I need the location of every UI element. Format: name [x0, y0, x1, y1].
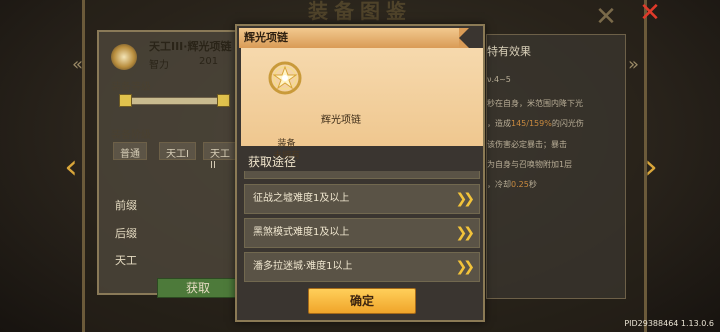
equipment-avatar: [111, 44, 137, 70]
effect-line: ，造成145/159%的闪光伤: [487, 119, 584, 128]
necklace-icon: [267, 60, 303, 96]
item-name: 辉光项链: [321, 115, 361, 126]
item-card: 辉光项链 装备 未拥有: [241, 48, 483, 161]
confirm-button[interactable]: 确定: [308, 288, 416, 314]
close-icon[interactable]: ✕: [636, 0, 664, 28]
prev-arrow-icon[interactable]: ‹: [60, 150, 82, 186]
game-screen: 装备图鉴 天工III·辉光项链 智力 201 装备等级 装备阶级 普通 天工I …: [0, 0, 720, 332]
source-label: 黑煞模式难度1及以上: [253, 227, 350, 238]
acquire-section-title: 获取途径: [248, 155, 297, 169]
level-section-label: 装备等级: [111, 82, 151, 93]
suffix-label: 后缀: [115, 227, 137, 240]
tiangong-label: 天工: [115, 254, 137, 267]
level-slider-track[interactable]: [119, 97, 219, 105]
background-close-icon: ✕: [595, 2, 617, 32]
prefix-label: 前缀: [115, 199, 137, 212]
list-item-partial: [244, 171, 480, 179]
source-label: 征战之墟难度1及以上: [253, 193, 350, 204]
equipment-name: 天工III·辉光项链: [149, 40, 232, 53]
double-chevron-right-icon: ❯❯: [455, 225, 476, 241]
special-effect-panel: 特有效果 ν.4~5 秒在自身，米范围内降下光 ，造成145/159%的闪光伤 …: [486, 34, 626, 299]
effect-line: 该伤害必定暴击；暴击: [487, 140, 567, 149]
dialog-title: 辉光项链: [239, 28, 459, 48]
special-effect-title: 特有效果: [487, 45, 531, 58]
next-arrow-icon[interactable]: ›: [640, 150, 662, 186]
source-item-pandora[interactable]: 潘多拉迷城·难度1以上 ❯❯: [244, 252, 480, 282]
acquire-button[interactable]: 获取: [157, 278, 239, 298]
effect-line: ，冷却0.25秒: [487, 180, 537, 189]
codex-title: 装备图鉴: [308, 0, 412, 23]
dialog-title-ribbon: [459, 28, 469, 48]
stat-label: 智力: [149, 60, 169, 71]
effect-line: 为自身与召唤物附加1层: [487, 160, 573, 169]
double-chevron-right-icon: ❯❯: [455, 191, 476, 207]
chevron-left-icon: «: [72, 54, 84, 75]
source-item-black-mode[interactable]: 黑煞模式难度1及以上 ❯❯: [244, 218, 480, 248]
effect-line: 秒在自身，米范围内降下光: [487, 99, 583, 108]
effect-line: ν.4~5: [487, 75, 511, 84]
tier-section-label: 装备阶级: [111, 130, 151, 141]
chevron-right-icon: »: [628, 54, 640, 75]
stat-value: 201: [199, 56, 219, 67]
acquire-source-dialog: 辉光项链 辉光项链 装备 未拥有 获取途径 征战之墟难度1及以上 ❯❯ 黑煞模式…: [235, 24, 485, 322]
double-chevron-right-icon: ❯❯: [455, 259, 476, 275]
tier-tag-1[interactable]: 天工I: [159, 142, 196, 160]
level-slider-min-handle[interactable]: [119, 94, 132, 107]
level-slider-max-handle[interactable]: [217, 94, 230, 107]
item-type: 装备: [277, 139, 296, 149]
pid-label: PID29388464 1.13.0.6: [624, 319, 714, 328]
source-item-conquest[interactable]: 征战之墟难度1及以上 ❯❯: [244, 184, 480, 214]
equipment-detail-panel: 天工III·辉光项链 智力 201 装备等级 装备阶级 普通 天工I 天工II …: [97, 30, 242, 298]
tier-tag-normal[interactable]: 普通: [113, 142, 147, 160]
source-label: 潘多拉迷城·难度1以上: [253, 261, 353, 272]
